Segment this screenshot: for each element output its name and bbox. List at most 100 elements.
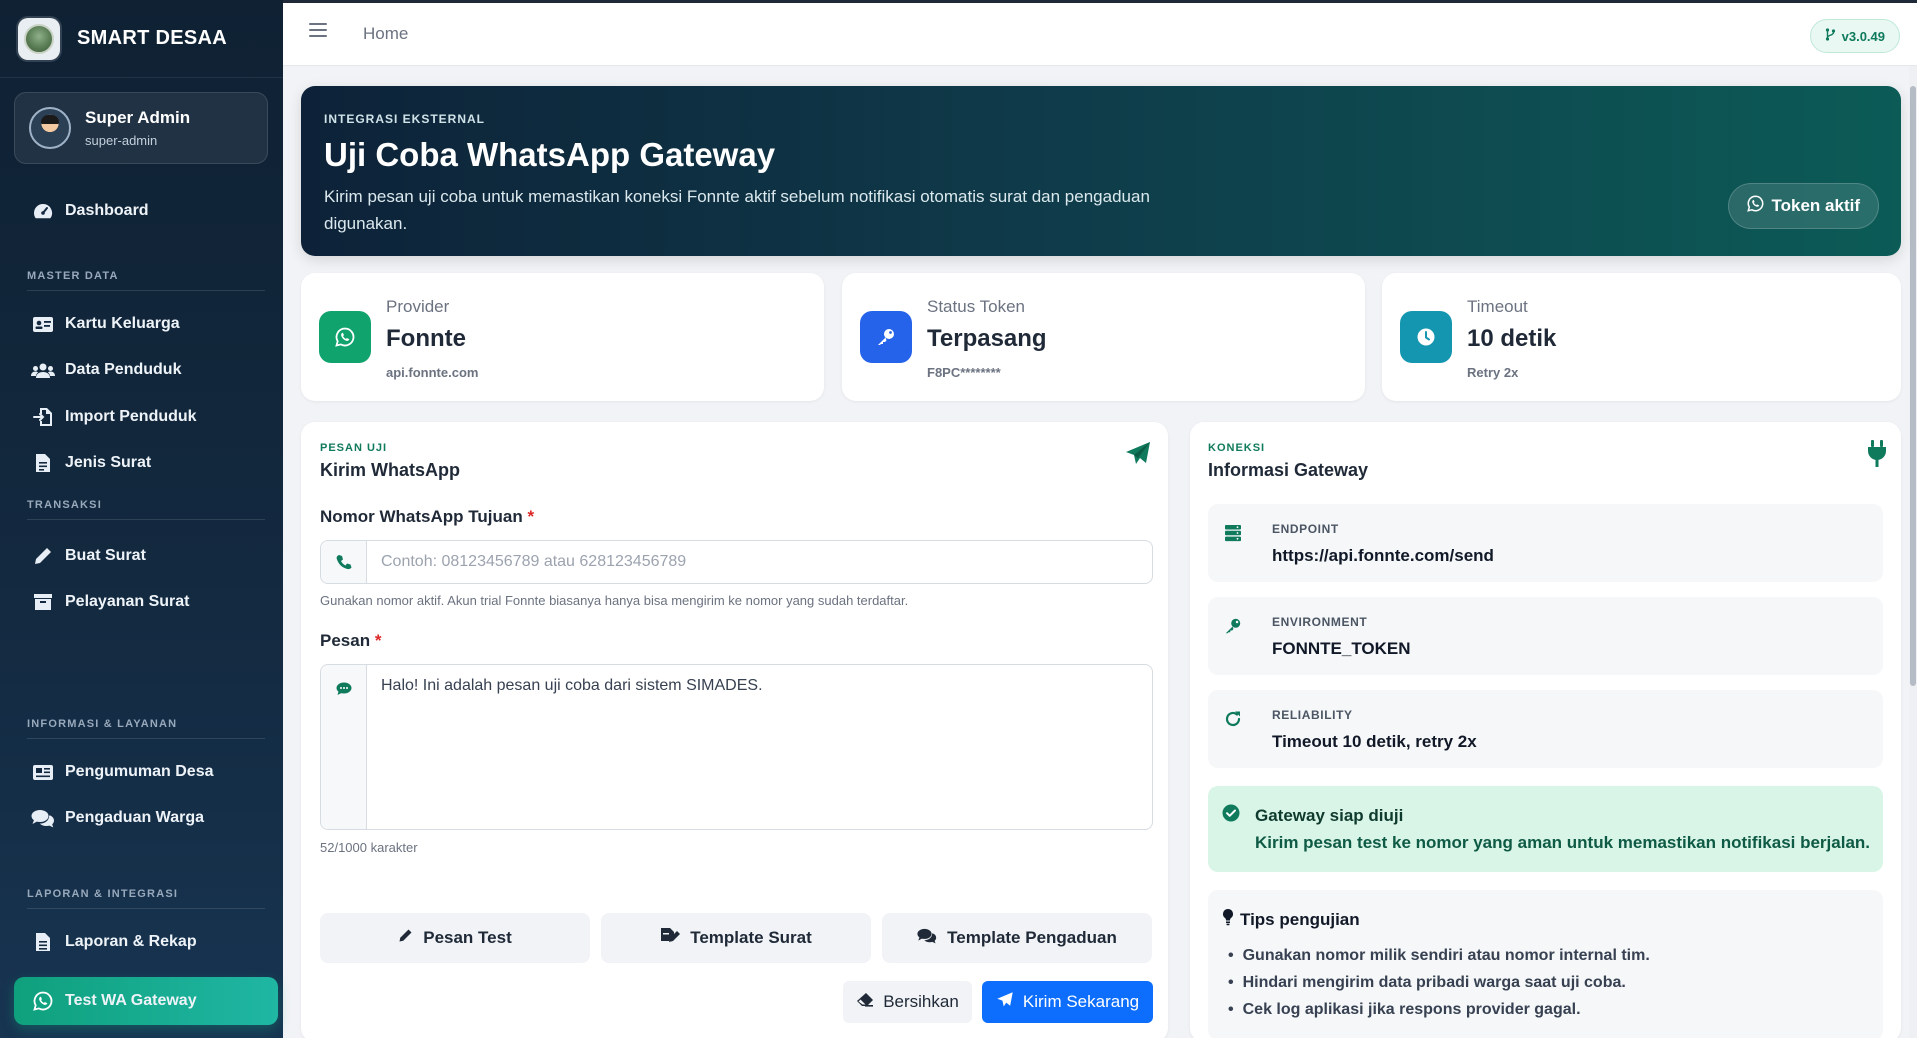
pencil-icon xyxy=(31,545,55,567)
whatsapp-icon xyxy=(1746,195,1764,217)
newspaper-icon xyxy=(31,761,55,783)
hero-banner: INTEGRASI EKSTERNAL Uji Coba WhatsApp Ga… xyxy=(301,86,1901,256)
sidebar-item-label: Pengumuman Desa xyxy=(65,763,214,780)
breadcrumb[interactable]: Home xyxy=(363,24,408,44)
section-transaksi: TRANSAKSI xyxy=(27,499,265,520)
tips-box: Tips pengujian Gunakan nomor milik sendi… xyxy=(1208,890,1883,1038)
comments-icon xyxy=(31,807,55,829)
brand-name: SMART DESAA xyxy=(77,27,227,49)
pencil-icon xyxy=(398,928,413,948)
send-now-button[interactable]: Kirim Sekarang xyxy=(982,981,1153,1023)
stat-card-provider: Provider Fonnte api.fonnte.com xyxy=(301,273,824,401)
check-circle-icon xyxy=(1222,804,1240,827)
phone-label: Nomor WhatsApp Tujuan * xyxy=(320,507,535,526)
file-import-icon xyxy=(31,406,55,428)
stat-value: 10 detik xyxy=(1467,325,1557,352)
sidebar-item-dashboard[interactable]: Dashboard xyxy=(0,183,283,239)
panel-title: Kirim WhatsApp xyxy=(320,460,461,480)
stat-value: Fonnte xyxy=(386,325,466,352)
clock-icon xyxy=(1400,311,1452,363)
panel-title: Informasi Gateway xyxy=(1208,460,1369,480)
clear-button[interactable]: Bersihkan xyxy=(843,981,972,1023)
template-pengaduan-button[interactable]: Template Pengaduan xyxy=(882,913,1152,963)
page-title: Uji Coba WhatsApp Gateway xyxy=(324,136,776,173)
paper-plane-icon xyxy=(1124,440,1152,473)
sidebar-item-label: Pelayanan Surat xyxy=(65,593,190,610)
phone-input-group xyxy=(320,540,1153,584)
stat-card-timeout: Timeout 10 detik Retry 2x xyxy=(1382,273,1901,401)
user-role: super-admin xyxy=(85,133,158,148)
scrollbar-thumb[interactable] xyxy=(1910,86,1916,686)
key-icon xyxy=(860,311,912,363)
code-branch-icon xyxy=(1825,28,1836,44)
panel-eyebrow: PESAN UJI xyxy=(320,442,388,454)
user-card[interactable]: Super Admin super-admin xyxy=(14,92,268,164)
avatar xyxy=(29,107,71,149)
stat-card-token: Status Token Terpasang F8PC******** xyxy=(842,273,1365,401)
hero-subtitle: Kirim pesan uji coba untuk memastikan ko… xyxy=(324,187,1150,233)
environment-value: FONNTE_TOKEN xyxy=(1272,639,1411,658)
sidebar-item-label: Jenis Surat xyxy=(65,454,152,471)
tips-title: Tips pengujian xyxy=(1222,908,1360,931)
page-scrollbar[interactable] xyxy=(1909,66,1917,1038)
reliability-row: RELIABILITY Timeout 10 detik, retry 2x xyxy=(1208,690,1883,768)
version-text: v3.0.49 xyxy=(1841,28,1885,44)
hero-eyebrow: INTEGRASI EKSTERNAL xyxy=(324,112,486,126)
phone-icon xyxy=(321,541,367,583)
lightbulb-icon xyxy=(1222,908,1234,931)
sidebar: SMART DESAA Super Admin super-admin Dash… xyxy=(0,0,283,1038)
tips-list: Gunakan nomor milik sendiri atau nomor i… xyxy=(1228,942,1650,1023)
sidebar-item-label: Dashboard xyxy=(65,202,149,219)
stat-value: Terpasang xyxy=(927,325,1047,352)
topbar: Home v3.0.49 xyxy=(283,0,1917,66)
phone-help-text: Gunakan nomor aktif. Akun trial Fonnte b… xyxy=(320,593,909,608)
char-counter: 52/1000 karakter xyxy=(320,840,418,855)
sidebar-item-label: Kartu Keluarga xyxy=(65,315,180,332)
sidebar-item-label: Test WA Gateway xyxy=(65,992,197,1009)
menu-toggle-icon[interactable] xyxy=(309,23,327,37)
sidebar-item-test-wa-gateway[interactable]: Test WA Gateway xyxy=(14,977,278,1025)
reliability-label: RELIABILITY xyxy=(1272,708,1353,722)
sidebar-item-label: Laporan & Rekap xyxy=(65,933,197,950)
sidebar-item-label: Data Penduduk xyxy=(65,361,182,378)
stat-sub: F8PC******** xyxy=(927,365,1001,380)
file-signature-icon xyxy=(660,927,681,949)
template-surat-button[interactable]: Template Surat xyxy=(601,913,871,963)
sidebar-item-label: Import Penduduk xyxy=(65,408,197,425)
message-label: Pesan * xyxy=(320,631,382,650)
message-textarea[interactable]: Halo! Ini adalah pesan uji coba dari sis… xyxy=(367,665,1152,829)
plug-icon xyxy=(1867,439,1887,474)
sidebar-item-laporan-rekap[interactable]: Laporan & Rekap xyxy=(0,914,283,970)
sidebar-item-pengaduan-warga[interactable]: Pengaduan Warga xyxy=(0,790,283,846)
stat-label: Provider xyxy=(386,297,450,316)
ready-subtitle: Kirim pesan test ke nomor yang aman untu… xyxy=(1255,833,1871,852)
sidebar-item-pelayanan-surat[interactable]: Pelayanan Surat xyxy=(0,574,283,630)
ready-title: Gateway siap diuji xyxy=(1255,806,1404,825)
stat-sub: api.fonnte.com xyxy=(386,365,479,380)
endpoint-label: ENDPOINT xyxy=(1272,522,1339,536)
list-item: Hindari mengirim data pribadi warga saat… xyxy=(1228,969,1650,996)
whatsapp-icon xyxy=(31,990,55,1012)
rotate-icon xyxy=(1222,708,1244,730)
stat-sub: Retry 2x xyxy=(1467,365,1519,380)
endpoint-value: https://api.fonnte.com/send xyxy=(1272,546,1494,565)
file-lines-icon xyxy=(31,931,55,953)
brand[interactable]: SMART DESAA xyxy=(0,0,283,78)
version-badge: v3.0.49 xyxy=(1809,19,1900,53)
section-informasi-layanan: INFORMASI & LAYANAN xyxy=(27,718,265,739)
id-card-icon xyxy=(31,313,55,335)
endpoint-row: ENDPOINT https://api.fonnte.com/send xyxy=(1208,504,1883,582)
gateway-info-panel: KONEKSI Informasi Gateway ENDPOINT https… xyxy=(1190,422,1901,1038)
template-test-button[interactable]: Pesan Test xyxy=(320,913,590,963)
list-item: Cek log aplikasi jika respons provider g… xyxy=(1228,996,1650,1023)
comments-icon xyxy=(917,928,937,949)
phone-input[interactable] xyxy=(367,541,1152,583)
key-icon xyxy=(1222,615,1244,637)
comment-dots-icon xyxy=(321,665,367,829)
ready-alert: Gateway siap diuji Kirim pesan test ke n… xyxy=(1208,786,1883,872)
eraser-icon xyxy=(856,992,874,1012)
paper-plane-icon xyxy=(996,991,1014,1014)
sidebar-item-jenis-surat[interactable]: Jenis Surat xyxy=(0,435,283,491)
panel-eyebrow: KONEKSI xyxy=(1208,442,1266,454)
sidebar-item-label: Pengaduan Warga xyxy=(65,809,204,826)
